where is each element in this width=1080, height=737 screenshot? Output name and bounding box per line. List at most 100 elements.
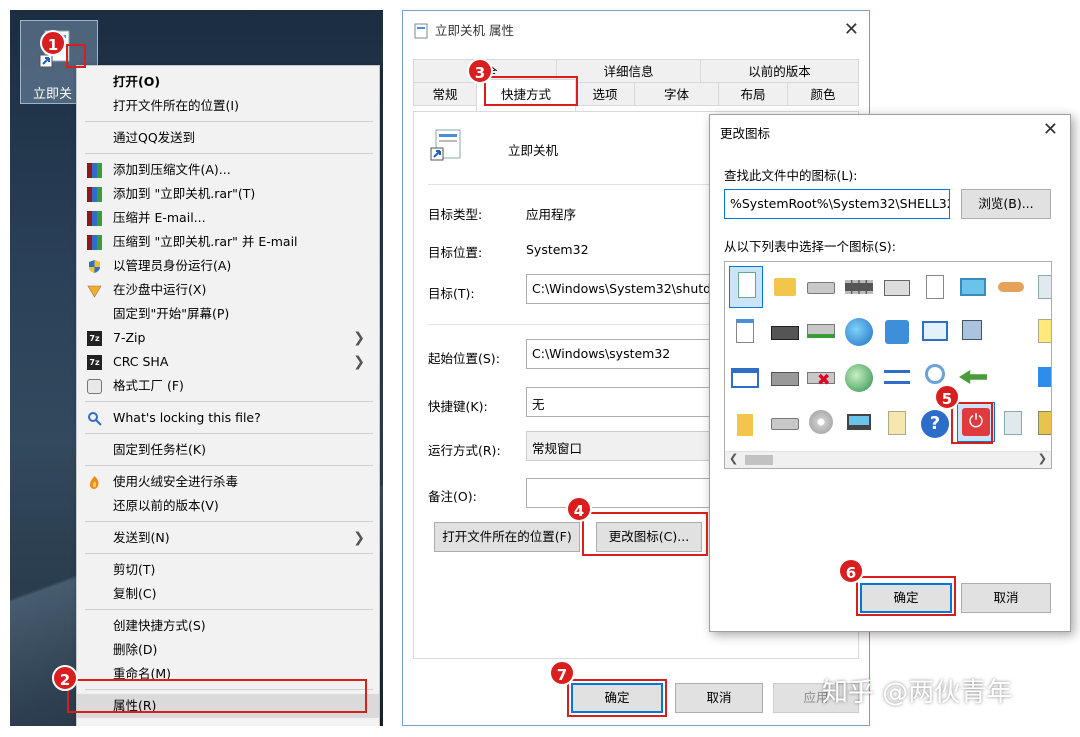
menu-divider: [85, 465, 373, 466]
hotkey-input[interactable]: 无: [526, 387, 726, 417]
scroll-left-icon[interactable]: ❮: [729, 452, 738, 465]
menu-item-whats-locking[interactable]: What's locking this file?: [77, 406, 379, 430]
folder-icon[interactable]: [769, 272, 801, 304]
comment-input[interactable]: [526, 478, 726, 508]
scroll-right-icon[interactable]: ❯: [1038, 452, 1047, 465]
browse-button[interactable]: 浏览(B)...: [961, 189, 1051, 219]
help-icon[interactable]: ?: [919, 408, 951, 440]
window-icon[interactable]: [729, 362, 761, 394]
menu-item-huorong-scan[interactable]: 使用火绒安全进行杀毒: [77, 470, 379, 494]
menu-item-send-qq[interactable]: 通过QQ发送到: [77, 126, 379, 150]
menu-item-sandbox[interactable]: 在沙盘中运行(X): [77, 278, 379, 302]
menu-item-run-as-admin[interactable]: 以管理员身份运行(A): [77, 254, 379, 278]
menu-item-restore-versions[interactable]: 还原以前的版本(V): [77, 494, 379, 518]
menu-item-open-location[interactable]: 打开文件所在的位置(I): [77, 94, 379, 118]
notepad-icon[interactable]: [1031, 316, 1051, 348]
disconnected-drive-icon[interactable]: ✖: [805, 362, 837, 394]
menu-item-copy[interactable]: 复制(C): [77, 582, 379, 606]
tab-colors[interactable]: 颜色: [787, 82, 859, 106]
start-in-input[interactable]: C:\Windows\system32: [526, 339, 726, 369]
step5-highlight: [951, 402, 993, 444]
cancel-button[interactable]: 取消: [961, 583, 1051, 613]
run-select[interactable]: 常规窗口: [526, 431, 726, 461]
menu-item-add-archive[interactable]: 添加到压缩文件(A)...: [77, 158, 379, 182]
chevron-right-icon: ❯: [353, 530, 365, 546]
tab-previous-versions[interactable]: 以前的版本: [700, 59, 859, 83]
menu-item-send-to[interactable]: 发送到(N) ❯: [77, 526, 379, 550]
tab-layout[interactable]: 布局: [718, 82, 788, 106]
drive-icon[interactable]: [805, 272, 837, 304]
watermark: 知乎 @两伙青年: [822, 678, 1013, 708]
step-badge-5: 5: [934, 384, 960, 410]
menu-item-pin-start[interactable]: 固定到"开始"屏幕(P): [77, 302, 379, 326]
close-icon[interactable]: ✕: [844, 19, 859, 40]
menu-item-pin-taskbar[interactable]: 固定到任务栏(K): [77, 438, 379, 462]
cancel-button[interactable]: 取消: [675, 683, 763, 713]
tab-options[interactable]: 选项: [575, 82, 635, 106]
control-panel-icon[interactable]: [919, 316, 951, 348]
menu-item-7zip[interactable]: 7z 7-Zip ❯: [77, 326, 379, 350]
network-arrow-icon[interactable]: [957, 362, 989, 394]
tab-font[interactable]: 字体: [634, 82, 719, 106]
menu-item-crc-sha[interactable]: 7z CRC SHA ❯: [77, 350, 379, 374]
open-location-button[interactable]: 打开文件所在的位置(F): [434, 522, 580, 552]
network-drive-icon[interactable]: [805, 316, 837, 348]
network-icon[interactable]: [881, 362, 913, 394]
recycle-bin-full-icon[interactable]: [997, 408, 1029, 440]
close-icon[interactable]: ✕: [1043, 119, 1058, 140]
shortcut-label: 立即关: [33, 87, 73, 102]
folder-icon[interactable]: [729, 408, 761, 440]
blue-tile-icon[interactable]: [1031, 362, 1051, 394]
network-globe-icon[interactable]: [881, 316, 913, 348]
menu-item-create-shortcut[interactable]: 创建快捷方式(S): [77, 614, 379, 638]
menu-item-label: 格式工厂 (F): [113, 378, 184, 393]
run-shortcut-icon[interactable]: [957, 316, 989, 348]
step-badge-3: 3: [467, 58, 493, 84]
dialog-title: 立即关机 属性: [435, 23, 514, 38]
computer-icon[interactable]: [769, 316, 801, 348]
7zip-icon: 7z: [87, 331, 102, 346]
menu-item-label: 固定到"开始"屏幕(P): [113, 306, 230, 321]
winrar-icon: [87, 211, 102, 226]
menu-item-compress-rar-email[interactable]: 压缩到 "立即关机.rar" 并 E-mail: [77, 230, 379, 254]
menu-item-delete[interactable]: 删除(D): [77, 638, 379, 662]
scrollbar-thumb[interactable]: [745, 455, 773, 465]
7zip-icon: 7z: [87, 355, 102, 370]
drive-icon[interactable]: [769, 408, 801, 440]
globe-icon[interactable]: [843, 316, 875, 348]
menu-item-compress-email[interactable]: 压缩并 E-mail...: [77, 206, 379, 230]
menu-divider: [85, 521, 373, 522]
menu-item-open[interactable]: 打开(O): [77, 70, 379, 94]
tab-general[interactable]: 常规: [413, 82, 477, 106]
icon-path-input[interactable]: %SystemRoot%\System32\SHELL32.: [724, 189, 950, 219]
scheduled-file-icon[interactable]: [919, 272, 951, 304]
tools-icon[interactable]: [1031, 408, 1051, 440]
network-globe-green-icon[interactable]: [843, 362, 875, 394]
blank-file-icon[interactable]: [729, 266, 763, 308]
menu-item-label: 发送到(N): [113, 530, 170, 545]
step7-highlight: [567, 679, 667, 717]
menu-item-add-rar[interactable]: 添加到 "立即关机.rar"(T): [77, 182, 379, 206]
step-badge-1: 1: [40, 30, 66, 56]
laptop-icon[interactable]: [843, 408, 875, 440]
look-in-label: 查找此文件中的图标(L):: [724, 168, 858, 183]
chip-icon[interactable]: [843, 272, 875, 304]
change-icon-dialog: 更改图标 ✕ 查找此文件中的图标(L): %SystemRoot%\System…: [709, 114, 1071, 632]
share-hand-icon[interactable]: [995, 272, 1027, 304]
document-icon[interactable]: [729, 316, 761, 348]
grid-file-icon[interactable]: [881, 408, 913, 440]
printer-icon[interactable]: [881, 272, 913, 304]
target-input[interactable]: C:\Windows\System32\shutdo: [526, 274, 726, 304]
menu-item-cut[interactable]: 剪切(T): [77, 558, 379, 582]
uac-shield-icon: [89, 260, 100, 273]
recycle-bin-icon[interactable]: [1031, 272, 1051, 304]
menu-divider: [85, 401, 373, 402]
floppy-drive-icon[interactable]: [769, 362, 801, 394]
step-badge-2: 2: [52, 665, 78, 691]
display-icon[interactable]: [957, 272, 989, 304]
huorong-icon: [89, 476, 99, 489]
cd-drive-icon[interactable]: [805, 408, 837, 440]
start-in-label: 起始位置(S):: [428, 351, 500, 366]
horizontal-scrollbar[interactable]: ❮ ❯: [725, 451, 1051, 468]
menu-item-format-factory[interactable]: 格式工厂 (F): [77, 374, 379, 398]
